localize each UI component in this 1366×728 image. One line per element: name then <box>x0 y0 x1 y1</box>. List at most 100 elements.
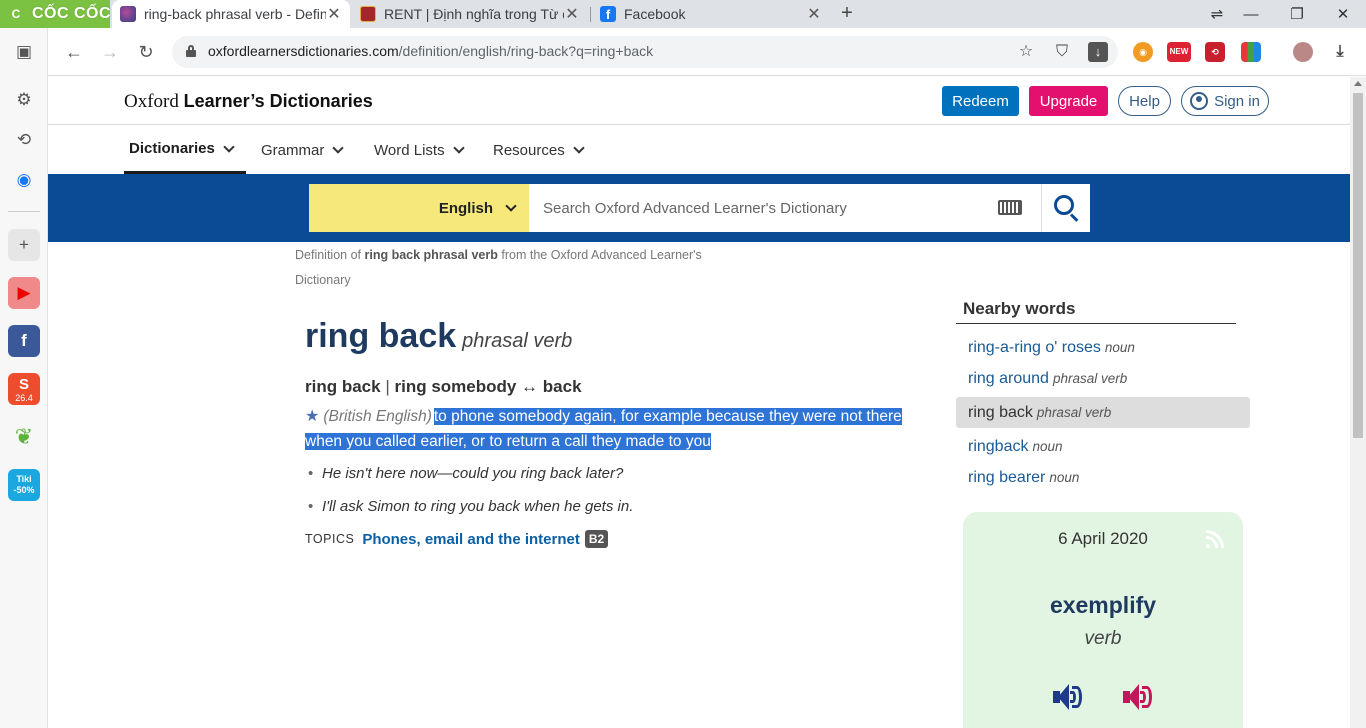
nearby-words: Nearby words ring-a-ring o' roses noun ri… <box>956 299 1250 493</box>
chevron-down-icon <box>452 142 465 154</box>
entry-forms: ring back | ring somebody ↔ back <box>305 377 582 396</box>
headword-text: ring back <box>305 317 457 355</box>
nav-grammar[interactable]: Grammar <box>256 126 347 174</box>
profile-avatar[interactable] <box>1293 42 1313 62</box>
restore-button[interactable]: ❐ <box>1274 0 1320 28</box>
forward-button[interactable]: → <box>98 40 122 64</box>
nearby-words-title: Nearby words <box>956 299 1236 324</box>
nav-label: Dictionaries <box>129 140 215 157</box>
oxford-logo[interactable]: Oxford Learner’s Dictionaries <box>124 91 373 113</box>
nearby-word-link[interactable]: ring around phrasal verb <box>956 363 1250 394</box>
example-sentence: He isn't here now—could you ring back la… <box>308 462 633 495</box>
download-page-icon[interactable]: ↓ <box>1088 42 1108 62</box>
coccoc-logo-icon: C <box>6 4 26 24</box>
tab-facebook[interactable]: f Facebook ✕ <box>592 0 830 28</box>
tab-title: Facebook <box>624 6 686 22</box>
tab-close-icon[interactable]: ✕ <box>326 4 342 24</box>
language-select[interactable]: English <box>309 184 529 232</box>
minimize-button[interactable]: — <box>1228 0 1274 28</box>
sign-in-button[interactable]: Sign in <box>1181 86 1269 116</box>
topics-row: TOPICS Phones, email and the internet B2 <box>305 530 609 548</box>
browser-sidebar: ▣ ⚙ ⟲ ◉ + ▶ f S 26.4 ❦ Tiki -50% <box>0 28 48 728</box>
browser-toolbar: ← → ↻ oxfordlearnersdictionaries.com/def… <box>0 28 1366 76</box>
tiki-icon[interactable]: Tiki -50% <box>8 469 40 501</box>
extension-colors-icon[interactable] <box>1241 42 1261 62</box>
cambridge-favicon-icon <box>360 6 376 22</box>
reload-button[interactable]: ↻ <box>134 40 158 64</box>
sidebar-toggle-icon[interactable]: ▣ <box>8 36 40 68</box>
facebook-favicon-icon: f <box>600 6 616 22</box>
rss-icon[interactable] <box>1206 530 1224 548</box>
help-button[interactable]: Help <box>1118 86 1171 116</box>
messenger-icon[interactable]: ◉ <box>8 164 40 196</box>
address-bar[interactable]: oxfordlearnersdictionaries.com/definitio… <box>172 36 1118 68</box>
nearby-word-link[interactable]: ring bearer noun <box>956 462 1250 493</box>
browser-brand[interactable]: C CỐC CỐC <box>6 3 111 25</box>
keyboard-icon[interactable] <box>998 200 1022 215</box>
tab-separator <box>590 7 591 22</box>
tab-close-icon[interactable]: ✕ <box>564 4 580 24</box>
chevron-down-icon <box>573 142 585 154</box>
url-text[interactable]: oxfordlearnersdictionaries.com/definitio… <box>208 43 653 59</box>
nav-label: Grammar <box>261 141 325 159</box>
bookmark-star-icon[interactable]: ☆ <box>1016 42 1036 62</box>
back-button[interactable]: ← <box>62 40 86 64</box>
web-page: Oxford Learner’s Dictionaries Redeem Upg… <box>48 77 1350 728</box>
scroll-up-arrow-icon[interactable] <box>1354 81 1362 86</box>
tab-close-icon[interactable]: ✕ <box>806 4 822 24</box>
site-header: Oxford Learner’s Dictionaries Redeem Upg… <box>48 77 1350 125</box>
example-list: He isn't here now—could you ring back la… <box>308 462 633 528</box>
wotd-pos: verb <box>1084 628 1122 649</box>
language-value: English <box>438 199 493 217</box>
search-input[interactable] <box>529 184 1041 232</box>
extension-new-icon[interactable]: NEW <box>1167 42 1191 62</box>
cefr-level-badge: B2 <box>584 530 609 548</box>
tab-ring-back[interactable]: ring-back phrasal verb - Defin ✕ <box>112 0 350 28</box>
topics-label: TOPICS <box>305 532 355 546</box>
facebook-icon[interactable]: f <box>8 325 40 357</box>
new-tab-button[interactable]: + <box>836 2 858 26</box>
sign-in-label: Sign in <box>1214 92 1260 110</box>
nav-resources[interactable]: Resources <box>488 126 588 174</box>
chevron-down-icon <box>505 200 517 212</box>
shopee-icon[interactable]: S 26.4 <box>8 373 40 405</box>
tab-rent[interactable]: RENT | Định nghĩa trong Từ điể ✕ <box>352 0 588 28</box>
upgrade-button[interactable]: Upgrade <box>1029 86 1108 116</box>
wotd-word[interactable]: exemplify <box>963 592 1243 619</box>
tab-title: RENT | Định nghĩa trong Từ điể <box>384 6 564 22</box>
nearby-word-link[interactable]: ringback noun <box>956 431 1250 462</box>
definition-source: Definition of ring back phrasal verb fro… <box>295 248 702 287</box>
search-icon <box>1054 195 1074 215</box>
nav-label: Resources <box>493 141 565 159</box>
youtube-icon[interactable]: ▶ <box>8 277 40 309</box>
example-sentence: I'll ask Simon to ring you back when he … <box>308 495 633 528</box>
browser-brand-text: CỐC CỐC <box>32 5 112 22</box>
settings-gear-icon[interactable]: ⚙ <box>8 84 40 116</box>
extension-red-icon[interactable]: ⟲ <box>1205 42 1225 62</box>
leaf-app-icon[interactable]: ❦ <box>8 421 40 453</box>
nav-label: Word Lists <box>374 141 445 159</box>
tab-title: ring-back phrasal verb - Defin <box>144 6 326 22</box>
shield-icon[interactable]: ⛉ <box>1052 42 1072 62</box>
scroll-thumb[interactable] <box>1353 93 1363 438</box>
user-icon <box>1190 92 1209 110</box>
add-app-icon[interactable]: + <box>8 229 40 261</box>
oxford-3000-star-icon[interactable]: ★ <box>305 408 319 425</box>
audio-uk-speaker-icon[interactable] <box>1053 684 1085 712</box>
nearby-word-current: ring back phrasal verb <box>956 397 1250 428</box>
page-scrollbar[interactable] <box>1350 77 1366 728</box>
nearby-word-link[interactable]: ring-a-ring o' roses noun <box>956 332 1250 363</box>
audio-us-speaker-icon[interactable] <box>1123 684 1155 712</box>
extension-coccoc-icon[interactable]: ◉ <box>1133 42 1153 62</box>
history-icon[interactable]: ⟲ <box>8 124 40 156</box>
close-window-button[interactable]: ✕ <box>1320 0 1366 28</box>
downloads-icon[interactable]: ⤓ <box>1330 42 1350 62</box>
topic-link[interactable]: Phones, email and the internet <box>362 531 580 548</box>
word-of-the-day-card: 6 April 2020 exemplify verb <box>963 512 1243 728</box>
browser-tab-strip: C CỐC CỐC ring-back phrasal verb - Defin… <box>0 0 1366 28</box>
nav-dictionaries[interactable]: Dictionaries <box>124 126 246 174</box>
lock-icon[interactable] <box>186 45 196 57</box>
redeem-button[interactable]: Redeem <box>942 86 1019 116</box>
nav-word-lists[interactable]: Word Lists <box>369 126 468 174</box>
search-button[interactable] <box>1041 184 1090 232</box>
